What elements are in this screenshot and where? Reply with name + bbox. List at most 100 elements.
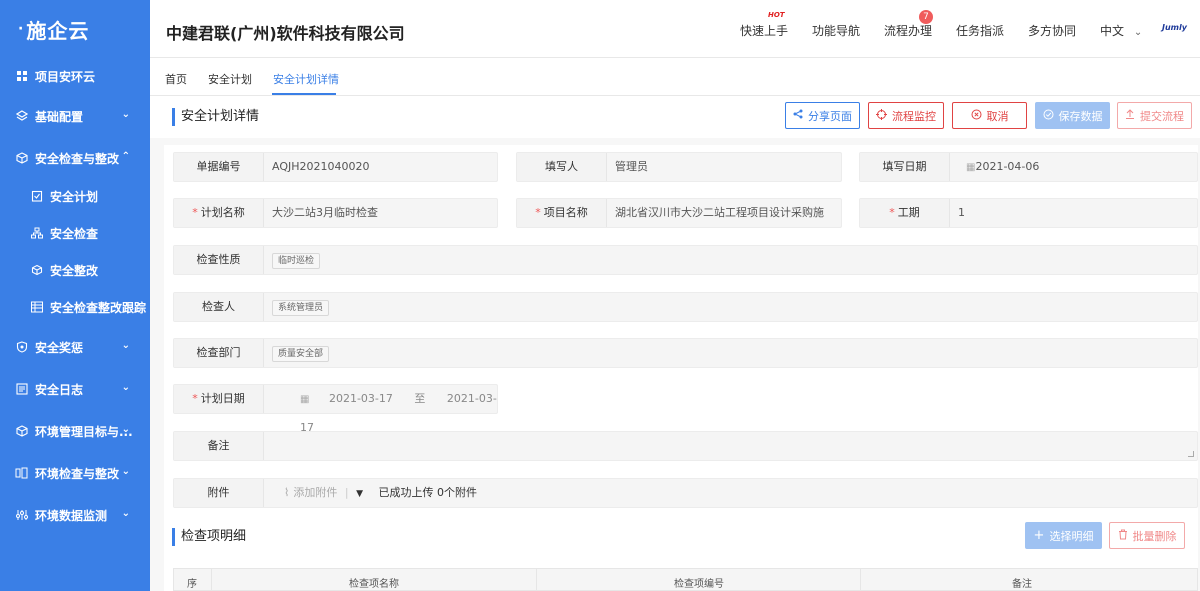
sidebar-item-base-config[interactable]: 基础配置 ⌄ — [0, 98, 150, 134]
plan-date-range[interactable]: ▦ 2021-03-17 至 2021-03-17 — [300, 385, 497, 434]
sidebar-item-label: 安全整改 — [50, 263, 99, 278]
field-label: 填写人 — [517, 153, 607, 181]
calendar-icon: ▦ — [300, 394, 310, 405]
col-item-code: 检查项编号 — [674, 579, 724, 590]
sidebar-item-project-cloud[interactable]: 项目安环云 — [0, 58, 150, 94]
sidebar-item-env-targets[interactable]: 环境管理目标与... ⌄ — [0, 413, 150, 449]
cube-small-icon — [30, 263, 44, 277]
attachment-status: 已成功上传 0个附件 — [378, 486, 478, 499]
sidebar-item-safety-inspection[interactable]: 安全检查 — [0, 215, 150, 251]
field-label: 填写日期 — [860, 153, 950, 181]
sidebar-item-env-check[interactable]: 环境检查与整改 ⌄ — [0, 455, 150, 491]
title-bar: 安全计划详情 分享页面 流程监控 取消 保存数据 提交流程 — [150, 96, 1200, 138]
check-nature-field[interactable]: 检查性质 临时巡检 — [173, 245, 1198, 275]
sidebar-item-safety-log[interactable]: 安全日志 ⌄ — [0, 371, 150, 407]
button-label: 选择明细 — [1049, 529, 1094, 543]
process-monitor-button[interactable]: 流程监控 — [868, 102, 944, 129]
col-remark: 备注 — [1012, 579, 1032, 590]
sidebar-item-safety-rewards[interactable]: 安全奖惩 ⌄ — [0, 329, 150, 365]
sidebar-item-label: 基础配置 — [35, 109, 84, 124]
project-name-field[interactable]: * 项目名称 湖北省汉川市大沙二站工程项目设计采购施 — [516, 198, 842, 228]
button-label: 批量删除 — [1132, 529, 1177, 543]
sidebar: · 施企云 项目安环云 基础配置 ⌄ 安全检查与整改 ⌃ 安全计划 安全检查 安… — [0, 0, 150, 591]
field-label: * 项目名称 — [517, 199, 607, 227]
main-content: 安全计划详情 分享页面 流程监控 取消 保存数据 提交流程 单据编号 AQJH2… — [150, 96, 1200, 591]
workflow-count-badge: 7 — [919, 10, 933, 24]
cube-icon — [15, 151, 29, 165]
select-detail-button[interactable]: + 选择明细 — [1025, 522, 1102, 549]
field-label: * 计划名称 — [174, 199, 264, 227]
tab-home[interactable]: 首页 — [165, 71, 187, 87]
sidebar-item-label: 安全日志 — [35, 382, 84, 397]
sidebar-item-label: 安全计划 — [50, 189, 99, 204]
detail-table-header: 序 检查项名称 检查项编号 备注 — [173, 568, 1198, 591]
chevron-down-icon: ⌄ — [121, 109, 130, 120]
plan-start-date: 2021-03-17 — [328, 392, 393, 405]
app-logo[interactable]: · 施企云 — [0, 0, 150, 58]
field-label: 检查人 — [174, 293, 264, 321]
share-icon — [793, 109, 803, 122]
plan-name-field[interactable]: * 计划名称 大沙二站3月临时检查 — [173, 198, 498, 228]
logo-dot-icon: · — [18, 21, 25, 37]
submit-process-button[interactable]: 提交流程 — [1117, 102, 1192, 129]
sidebar-item-safety-plan[interactable]: 安全计划 — [0, 178, 150, 214]
batch-delete-button[interactable]: 批量删除 — [1109, 522, 1185, 549]
field-label: 检查部门 — [174, 339, 264, 367]
writer-value: 管理员 — [615, 160, 648, 173]
sidebar-item-safety-rectify[interactable]: 安全整改 — [0, 252, 150, 288]
inspector-field[interactable]: 检查人 系统管理员 — [173, 292, 1198, 322]
page-tabs: 首页 安全计划 安全计划详情 — [150, 58, 1200, 96]
cube-icon — [15, 424, 29, 438]
nav-quick-start[interactable]: 快速上手 HOT — [740, 11, 789, 39]
field-label: 备注 — [174, 432, 264, 460]
button-label: 取消 — [986, 109, 1009, 123]
save-data-button[interactable]: 保存数据 — [1035, 102, 1110, 129]
chevron-down-icon: ⌄ — [121, 340, 130, 351]
sidebar-item-env-monitor[interactable]: 环境数据监测 ⌄ — [0, 497, 150, 533]
attachment-dropdown-icon[interactable]: ▼ — [356, 489, 363, 499]
nav-feature-guide[interactable]: 功能导航 — [812, 22, 860, 39]
nav-label: 流程办理 — [884, 24, 933, 38]
tab-safety-plan-detail[interactable]: 安全计划详情 — [273, 71, 339, 87]
col-divider — [860, 569, 861, 591]
share-page-button[interactable]: 分享页面 — [785, 102, 860, 129]
doc-no-value: AQJH2021040020 — [272, 160, 370, 173]
period-field[interactable]: * 工期 1 — [859, 198, 1198, 228]
cancel-button[interactable]: 取消 — [952, 102, 1027, 129]
dept-field[interactable]: 检查部门 质量安全部 — [173, 338, 1198, 368]
tab-safety-plan[interactable]: 安全计划 — [208, 71, 252, 87]
add-attachment-button[interactable]: ⌇ 添加附件 — [284, 486, 341, 499]
field-label: 单据编号 — [174, 153, 264, 181]
sidebar-item-label: 安全检查与整改 — [35, 151, 120, 166]
sidebar-item-safety-tracking[interactable]: 安全检查整改跟踪 — [0, 289, 150, 325]
sidebar-item-label: 安全奖惩 — [35, 340, 84, 355]
plus-icon: + — [1033, 528, 1045, 543]
plan-date-field[interactable]: * 计划日期 ▦ 2021-03-17 至 2021-03-17 — [173, 384, 498, 434]
sidebar-item-label: 项目安环云 — [35, 69, 96, 84]
period-value: 1 — [958, 206, 965, 219]
language-select[interactable]: 中文 ⌄ — [1100, 22, 1142, 39]
remark-field[interactable]: 备注 — [173, 431, 1198, 461]
nav-task-assign[interactable]: 任务指派 — [956, 22, 1004, 39]
sidebar-item-safety-check[interactable]: 安全检查与整改 ⌃ — [0, 140, 150, 176]
fill-date-field[interactable]: 填写日期 ▦2021-04-06 — [859, 152, 1198, 182]
paperclip-icon: ⌇ — [284, 486, 290, 499]
writer-field: 填写人 管理员 — [516, 152, 842, 182]
sidebar-item-label: 环境检查与整改 — [35, 466, 120, 481]
attachment-field: 附件 ⌇ 添加附件 | ▼ 已成功上传 0个附件 — [173, 478, 1198, 508]
chevron-down-icon: ⌄ — [121, 508, 130, 519]
chevron-down-icon: ⌄ — [121, 382, 130, 393]
clipboard-check-icon — [30, 189, 44, 203]
field-label: 附件 — [174, 479, 264, 507]
nav-label: 快速上手 — [740, 24, 789, 38]
close-circle-icon — [971, 109, 982, 123]
button-label: 提交流程 — [1140, 109, 1184, 123]
language-label: 中文 — [1100, 24, 1125, 38]
dept-tag: 质量安全部 — [272, 346, 330, 362]
project-name-value: 湖北省汉川市大沙二站工程项目设计采购施 — [615, 206, 824, 219]
nav-collaboration[interactable]: 多方协同 — [1028, 22, 1076, 39]
nav-workflow[interactable]: 流程办理 7 — [884, 10, 933, 39]
sitemap-icon — [30, 226, 44, 240]
textarea-resize-handle[interactable] — [1188, 451, 1194, 457]
active-tab-indicator — [272, 93, 336, 95]
